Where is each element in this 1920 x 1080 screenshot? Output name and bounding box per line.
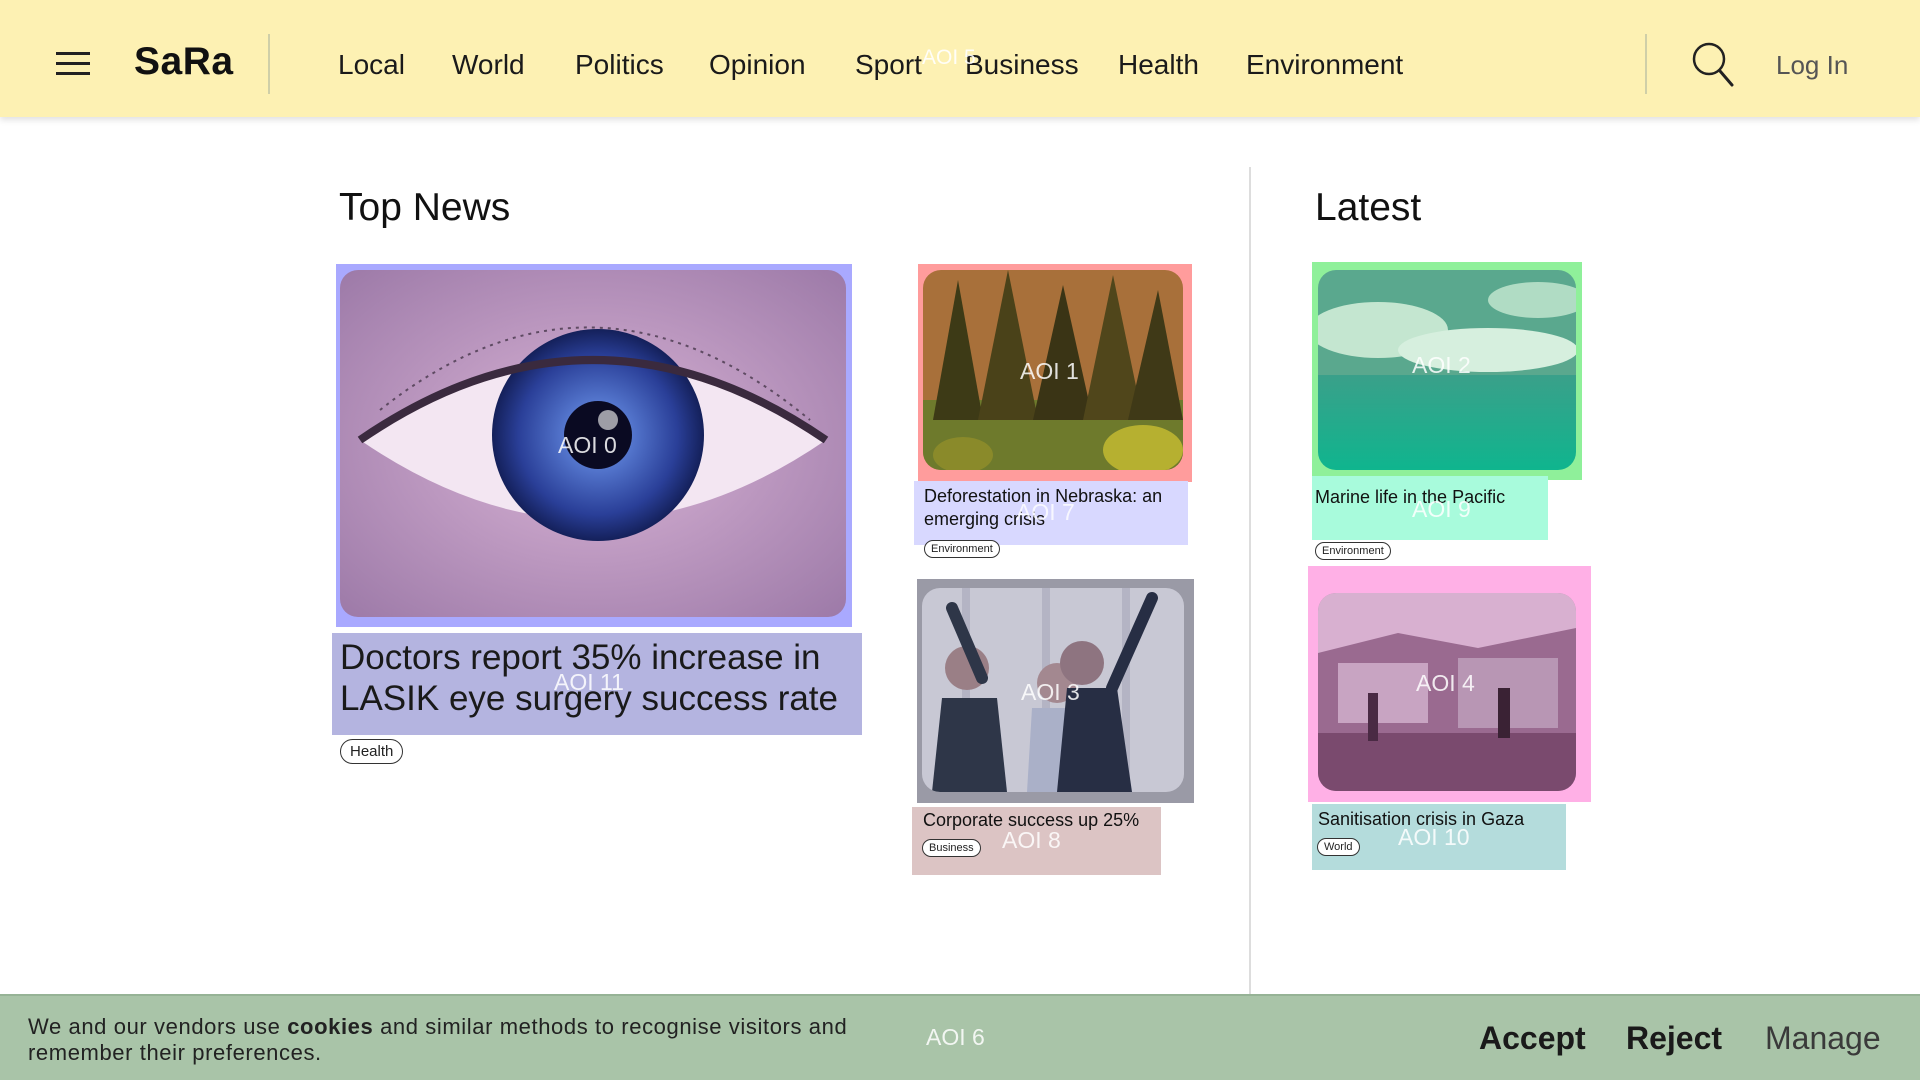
nav-item-sport[interactable]: Sport <box>855 49 922 81</box>
celebrating-team-image <box>922 588 1184 792</box>
latest-tag-2[interactable]: World <box>1317 838 1360 856</box>
main-story-tag[interactable]: Health <box>340 739 404 764</box>
main-story-image-aoi[interactable]: AOI 0 <box>336 264 852 627</box>
story-headline-1[interactable]: Deforestation in Nebraska: an emerging c… <box>924 485 1186 531</box>
nav-item-opinion[interactable]: Opinion <box>709 49 806 81</box>
latest-headline-2[interactable]: Sanitisation crisis in Gaza <box>1318 808 1566 831</box>
main-story-headline[interactable]: Doctors report 35% increase in LASIK eye… <box>340 637 860 719</box>
site-logo[interactable]: SaRa <box>134 40 234 84</box>
site-header: SaRa Local World Politics Opinion Sport … <box>0 0 1920 117</box>
story-image-aoi-3[interactable]: AOI 3 <box>917 579 1194 803</box>
reject-cookies-button[interactable]: Reject <box>1626 1020 1722 1057</box>
accept-cookies-button[interactable]: Accept <box>1479 1020 1586 1057</box>
column-divider <box>1249 167 1251 997</box>
latest-image-aoi-2[interactable]: AOI 2 <box>1312 262 1582 480</box>
story-tag-2[interactable]: Business <box>922 839 981 857</box>
header-divider-right <box>1645 34 1647 94</box>
cookie-text-bold: cookies <box>287 1014 374 1039</box>
aoi-label-6: AOI 6 <box>926 1024 985 1050</box>
cookie-text-before: We and our vendors use <box>28 1014 288 1039</box>
story-tag-1[interactable]: Environment <box>924 540 1000 558</box>
login-link[interactable]: Log In <box>1776 50 1848 81</box>
latest-headline-1[interactable]: Marine life in the Pacific <box>1315 486 1555 509</box>
cookie-message: We and our vendors use cookies and simil… <box>28 1014 908 1066</box>
latest-tag-1[interactable]: Environment <box>1315 542 1391 560</box>
nav-item-environment[interactable]: Environment <box>1246 49 1403 81</box>
nav-item-health[interactable]: Health <box>1118 49 1199 81</box>
latest-headline-aoi-9[interactable]: Marine life in the Pacific AOI 9 <box>1312 476 1548 540</box>
ocean-image <box>1318 270 1576 470</box>
cookie-banner: We and our vendors use cookies and simil… <box>0 994 1920 1080</box>
top-news-title: Top News <box>339 186 511 229</box>
header-divider <box>268 34 270 94</box>
nav-item-politics[interactable]: Politics <box>575 49 664 81</box>
story-headline-2[interactable]: Corporate success up 25% <box>923 809 1163 832</box>
forest-image <box>923 270 1183 470</box>
latest-image-aoi-4[interactable]: AOI 4 <box>1308 566 1591 802</box>
eye-closeup-image <box>340 270 846 617</box>
search-icon[interactable] <box>1690 40 1736 88</box>
latest-headline-aoi-10[interactable]: Sanitisation crisis in Gaza World AOI 10 <box>1312 804 1566 870</box>
gaza-camp-image <box>1318 593 1576 791</box>
latest-title: Latest <box>1315 186 1422 229</box>
story-headline-aoi-1[interactable]: Deforestation in Nebraska: an emerging c… <box>914 481 1188 545</box>
main-story-headline-aoi[interactable]: Doctors report 35% increase in LASIK eye… <box>332 633 862 735</box>
story-headline-aoi-8[interactable]: Corporate success up 25% Business AOI 8 <box>912 807 1161 875</box>
nav-item-business[interactable]: Business <box>965 49 1079 81</box>
nav-item-world[interactable]: World <box>452 49 525 81</box>
nav-item-local[interactable]: Local <box>338 49 405 81</box>
manage-cookies-button[interactable]: Manage <box>1765 1020 1881 1057</box>
story-image-aoi-1[interactable]: AOI 1 <box>918 264 1192 482</box>
hamburger-menu-icon[interactable] <box>56 52 90 76</box>
